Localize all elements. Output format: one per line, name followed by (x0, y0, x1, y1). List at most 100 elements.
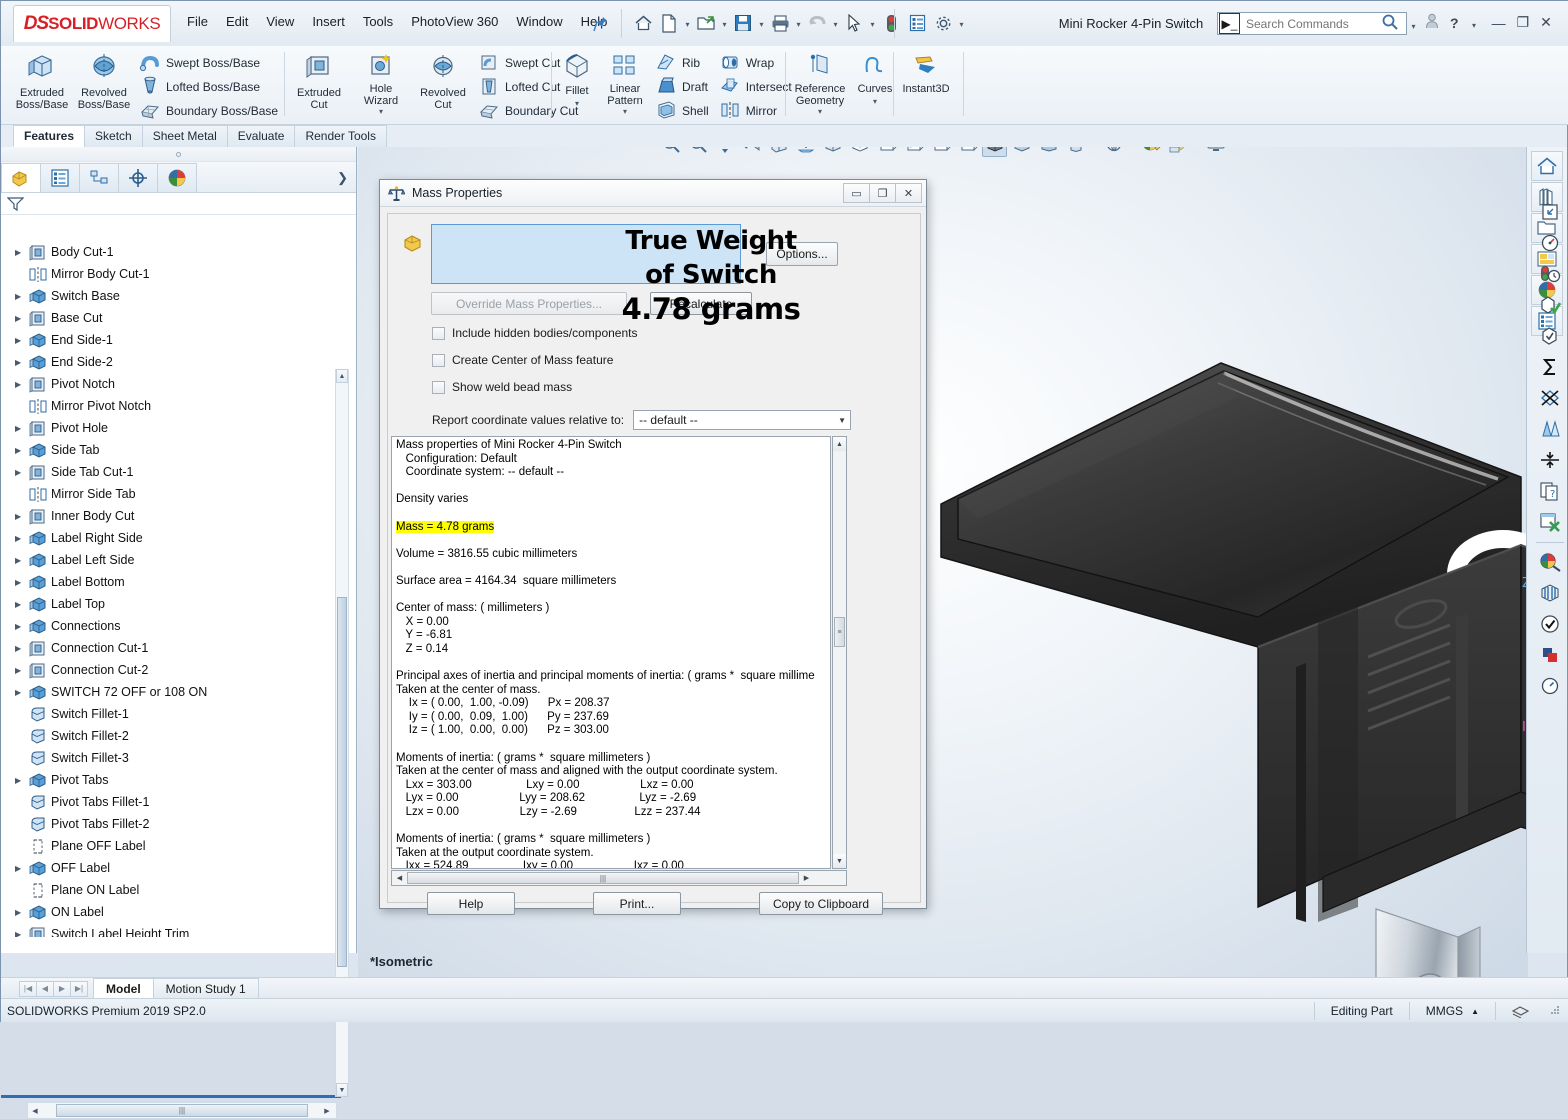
report-scroll-down-arrow[interactable]: ▼ (833, 854, 846, 868)
tab-render-tools[interactable]: Render Tools (294, 125, 387, 147)
expand-arrow-icon[interactable]: ▶ (15, 666, 29, 675)
tree-item-pivot-notch[interactable]: ▶ Pivot Notch (1, 373, 341, 395)
tree-item-end-side-1[interactable]: ▶ End Side-1 (1, 329, 341, 351)
tree-item-label-bottom[interactable]: ▶ Label Bottom (1, 571, 341, 593)
tab-sketch[interactable]: Sketch (84, 125, 143, 147)
search-commands-box[interactable]: ▶_ (1217, 12, 1407, 35)
chevron-down-icon[interactable]: ▾ (683, 11, 692, 35)
expand-panel-chevron-icon[interactable]: ❯ (337, 170, 348, 186)
expand-arrow-icon[interactable]: ▶ (15, 248, 29, 257)
scroll-left-arrow[interactable]: ◀ (28, 1107, 42, 1115)
tree-item-switch-72-off-or-108-on[interactable]: ▶ SWITCH 72 OFF or 108 ON (1, 681, 341, 703)
print-button[interactable]: Print... (593, 892, 681, 915)
tree-item-switch-base[interactable]: ▶ Switch Base (1, 285, 341, 307)
dialog-close-icon[interactable]: ✕ (895, 183, 922, 203)
expand-arrow-icon[interactable]: ▶ (15, 556, 29, 565)
simulation-icon[interactable] (1534, 671, 1566, 701)
tree-item-mirror-side-tab[interactable]: Mirror Side Tab (1, 483, 341, 505)
chevron-down-icon[interactable]: ▾ (1470, 16, 1479, 30)
rebuild-icon[interactable] (879, 11, 903, 35)
extruded-cut-button[interactable]: Extruded Cut (288, 49, 350, 111)
dialog-minimize-icon[interactable]: ▭ (843, 183, 870, 203)
next-tab-button[interactable]: ▶ (53, 980, 71, 997)
include-hidden-bodies-checkbox[interactable] (432, 326, 445, 340)
expand-arrow-icon[interactable]: ▶ (15, 468, 29, 477)
report-scroll-thumb[interactable]: ≡ (834, 617, 845, 647)
tab-sheet-metal[interactable]: Sheet Metal (141, 125, 228, 147)
first-tab-button[interactable]: |◀ (19, 980, 37, 997)
expand-arrow-icon[interactable]: ▶ (15, 336, 29, 345)
menu-item-file[interactable]: File (187, 14, 208, 29)
create-com-feature-checkbox[interactable] (432, 353, 445, 367)
tree-item-switch-fillet-3[interactable]: Switch Fillet-3 (1, 747, 341, 769)
resize-grip[interactable] (1549, 1004, 1563, 1018)
report-coordinate-select[interactable]: -- default -- ▼ (633, 410, 852, 430)
tree-item-label-left-side[interactable]: ▶ Label Left Side (1, 549, 341, 571)
expand-arrow-icon[interactable]: ▶ (15, 292, 29, 301)
undo-icon[interactable] (805, 11, 829, 35)
report-horizontal-scrollbar[interactable]: ◀ ||| ▶ (391, 870, 847, 886)
zebra-stripes-icon[interactable] (1534, 578, 1566, 608)
chevron-down-icon[interactable]: ▾ (873, 97, 877, 106)
menu-item-insert[interactable]: Insert (312, 14, 345, 29)
report-vertical-scrollbar[interactable]: ▲ ≡ ▼ (832, 436, 847, 869)
fillet-button[interactable]: Fillet ▾ (555, 49, 599, 108)
tree-item-body-cut-1[interactable]: ▶ Body Cut-1 (1, 241, 341, 263)
expand-arrow-icon[interactable]: ▶ (15, 600, 29, 609)
minimize-icon[interactable]: — (1492, 15, 1506, 31)
tab-features[interactable]: Features (13, 125, 86, 147)
tree-filter-bar[interactable] (1, 193, 356, 215)
tree-item-switch-label-height-trim[interactable]: ▶ Switch Label Height Trim (1, 923, 341, 937)
reference-geometry-button[interactable]: Reference Geometry ▾ (789, 49, 851, 116)
deviation-analysis-icon[interactable] (1534, 383, 1566, 413)
dialog-maximize-icon[interactable]: ❐ (869, 183, 896, 203)
draft-analysis-icon[interactable] (1534, 414, 1566, 444)
chevron-down-icon[interactable]: ▾ (757, 11, 766, 35)
draft-button[interactable]: Draft (655, 75, 709, 99)
expand-arrow-icon[interactable]: ▶ (15, 930, 29, 938)
search-icon[interactable] (1381, 13, 1399, 35)
menu-item-edit[interactable]: Edit (226, 14, 248, 29)
tree-item-label-top[interactable]: ▶ Label Top (1, 593, 341, 615)
feature-manager-tab[interactable] (1, 163, 41, 192)
check-mark-icon[interactable] (1534, 609, 1566, 639)
boundary-boss-base-button[interactable]: Boundary Boss/Base (139, 99, 278, 123)
tree-item-mirror-body-cut-1[interactable]: Mirror Body Cut-1 (1, 263, 341, 285)
help-button[interactable]: Help (427, 892, 515, 915)
tree-item-pivot-hole[interactable]: ▶ Pivot Hole (1, 417, 341, 439)
expand-arrow-icon[interactable]: ▶ (15, 688, 29, 697)
tab-model[interactable]: Model (93, 978, 154, 999)
previous-tab-button[interactable]: ◀ (36, 980, 54, 997)
tree-horizontal-scrollbar[interactable]: ◀ ||| ▶ (27, 1102, 337, 1119)
tree-item-connections[interactable]: ▶ Connections (1, 615, 341, 637)
tree-item-inner-body-cut[interactable]: ▶ Inner Body Cut (1, 505, 341, 527)
configuration-manager-tab[interactable] (79, 163, 119, 192)
home-icon[interactable] (631, 11, 655, 35)
scroll-up-arrow[interactable]: ▲ (336, 369, 348, 383)
compare-documents-icon[interactable]: ? (1534, 476, 1566, 506)
chevron-down-icon[interactable]: ▾ (794, 11, 803, 35)
wrap-button[interactable]: Wrap (719, 51, 792, 75)
expand-arrow-icon[interactable]: ▶ (15, 622, 29, 631)
chevron-down-icon[interactable]: ▾ (957, 11, 966, 35)
options-gear-icon[interactable] (931, 11, 955, 35)
dialog-title-bar[interactable]: Mass Properties ▭ ❐ ✕ (380, 180, 926, 207)
select-pointer-icon[interactable] (842, 11, 866, 35)
pin-icon[interactable] (593, 15, 609, 33)
copy-to-clipboard-button[interactable]: Copy to Clipboard (759, 892, 883, 915)
instant3d-button[interactable]: Instant3D (897, 49, 955, 95)
include-hidden-bodies-checkbox-row[interactable]: Include hidden bodies/components (432, 326, 637, 340)
revolved-boss-base-button[interactable]: Revolved Boss/Base (73, 49, 135, 111)
expand-arrow-icon[interactable]: ▶ (15, 534, 29, 543)
chevron-down-icon[interactable]: ▾ (1409, 13, 1418, 37)
chevron-down-icon[interactable]: ▾ (720, 11, 729, 35)
expand-arrow-icon[interactable]: ▶ (15, 908, 29, 917)
tree-item-pivot-tabs[interactable]: ▶ Pivot Tabs (1, 769, 341, 791)
expand-arrow-icon[interactable]: ▶ (15, 776, 29, 785)
report-scroll-thumb-h[interactable]: ||| (407, 872, 799, 884)
tree-item-label-right-side[interactable]: ▶ Label Right Side (1, 527, 341, 549)
display-manager-tab[interactable] (157, 163, 197, 192)
check-body-icon[interactable] (1534, 290, 1566, 320)
menu-item-tools[interactable]: Tools (363, 14, 393, 29)
curvature-icon[interactable] (1534, 547, 1566, 577)
